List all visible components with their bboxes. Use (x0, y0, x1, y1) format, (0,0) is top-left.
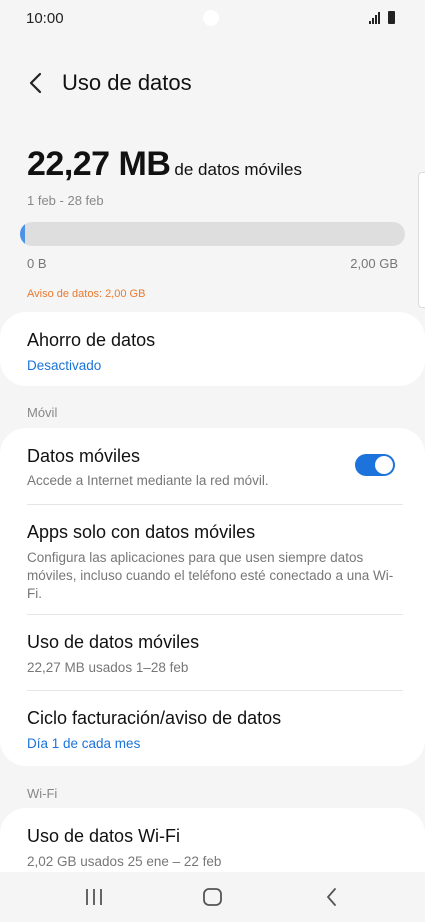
recent-apps-icon[interactable] (82, 886, 106, 908)
billing-cycle-subtitle: Día 1 de cada mes (27, 736, 141, 751)
toggle-knob (375, 456, 393, 474)
progress-min-label: 0 B (27, 256, 47, 271)
wifi-usage-subtitle: 2,02 GB usados 25 ene – 22 feb (27, 854, 222, 869)
wifi-settings-card: Uso de datos Wi-Fi 2,02 GB usados 25 ene… (0, 808, 425, 872)
mobile-only-apps-title: Apps solo con datos móviles (27, 522, 256, 542)
data-saver-row[interactable]: Ahorro de datos Desactivado (0, 312, 425, 375)
mobile-data-title: Datos móviles (27, 446, 141, 466)
back-nav-icon[interactable] (320, 886, 344, 908)
data-warning-label: Aviso de datos: 2,00 GB (27, 288, 146, 300)
progress-max-label: 2,00 GB (350, 256, 398, 271)
mobile-data-toggle[interactable] (355, 454, 395, 476)
back-arrow-icon[interactable] (22, 68, 52, 98)
app-header: Uso de datos (0, 62, 425, 106)
usage-progress-bar (20, 222, 405, 246)
mobile-usage-row[interactable]: Uso de datos móviles 22,27 MB usados 1–2… (0, 632, 425, 677)
usage-period: 1 feb - 28 feb (27, 193, 104, 208)
page-title: Uso de datos (62, 70, 192, 95)
usage-progress-fill (20, 222, 25, 246)
usage-amount: 22,27 MB (27, 145, 171, 183)
status-time: 10:00 (26, 10, 64, 27)
status-bar: 10:00 (0, 0, 425, 36)
mobile-usage-title: Uso de datos móviles (27, 632, 200, 652)
signal-icon (369, 12, 380, 24)
mobile-usage-subtitle: 22,27 MB usados 1–28 feb (27, 660, 189, 675)
data-saver-title: Ahorro de datos (27, 330, 156, 350)
wifi-usage-row[interactable]: Uso de datos Wi-Fi 2,02 GB usados 25 ene… (0, 808, 425, 871)
data-saver-status: Desactivado (27, 358, 102, 373)
mobile-data-subtitle: Accede a Internet mediante la red móvil. (27, 473, 269, 488)
mobile-settings-card: Datos móviles Accede a Internet mediante… (0, 428, 425, 766)
billing-cycle-title: Ciclo facturación/aviso de datos (27, 708, 282, 728)
wifi-usage-title: Uso de datos Wi-Fi (27, 826, 181, 846)
mobile-only-apps-subtitle: Configura las aplicaciones para que usen… (27, 550, 394, 601)
section-label-mobile: Móvil (27, 405, 58, 420)
battery-icon (388, 11, 395, 24)
divider (27, 614, 403, 615)
home-icon[interactable] (201, 886, 225, 908)
mobile-only-apps-row[interactable]: Apps solo con datos móviles Configura la… (0, 522, 425, 603)
scroll-handle[interactable] (418, 172, 425, 308)
divider (27, 504, 403, 505)
section-label-wifi: Wi-Fi (27, 786, 58, 801)
usage-unit-label: de datos móviles (174, 160, 302, 179)
billing-cycle-row[interactable]: Ciclo facturación/aviso de datos Día 1 d… (0, 708, 425, 753)
usage-summary: 22,27 MB de datos móviles (27, 145, 407, 184)
navigation-bar (0, 872, 425, 922)
camera-cutout (203, 10, 219, 26)
divider (27, 690, 403, 691)
data-saver-card: Ahorro de datos Desactivado (0, 312, 425, 386)
